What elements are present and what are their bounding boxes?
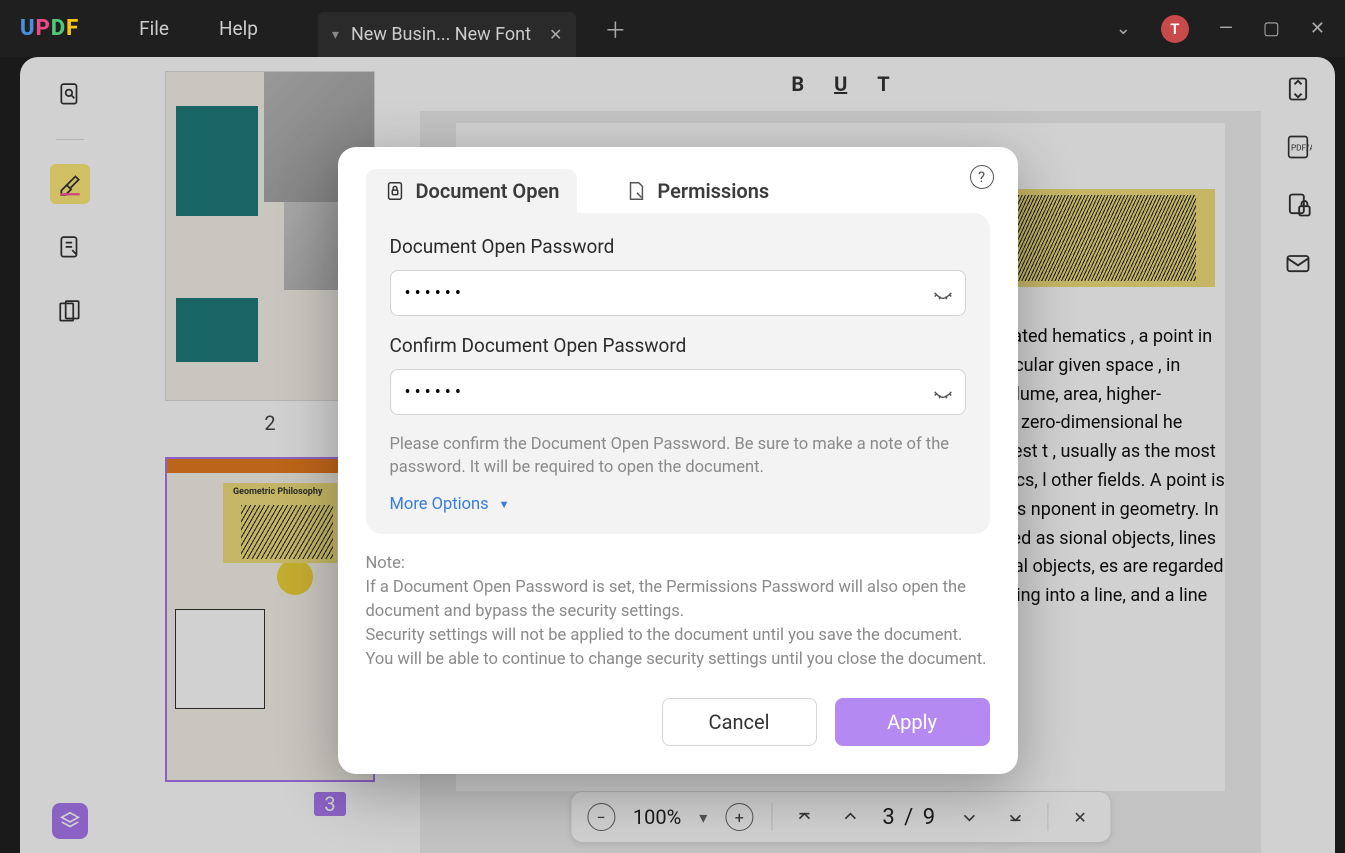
reveal-confirm-icon[interactable] [932,379,954,405]
titlebar: UPDF File Help ▾ New Busin... New Font ✕… [0,0,1345,57]
tab-document-open-label: Document Open [416,179,560,203]
menu-file[interactable]: File [139,17,169,40]
confirm-password-input[interactable] [390,369,966,415]
confirm-password-label: Confirm Document Open Password [390,334,966,357]
document-open-panel: Document Open Password Confirm Document … [366,213,990,534]
user-avatar[interactable]: T [1161,15,1189,43]
tab-title: New Busin... New Font [351,24,531,45]
password-dialog: ? Document Open Permissions Document Ope… [338,147,1018,774]
close-window-icon[interactable]: ✕ [1310,18,1325,39]
document-tab[interactable]: ▾ New Busin... New Font ✕ [318,12,577,57]
chevron-down-icon[interactable]: ▾ [332,27,339,43]
more-options-link[interactable]: More Options ▼ [390,495,966,514]
menubar: File Help [139,17,258,40]
minimize-icon[interactable]: — [1219,18,1233,39]
tab-permissions-label: Permissions [657,179,769,203]
app-logo: UPDF [20,16,79,41]
maximize-icon[interactable]: ▢ [1263,18,1280,39]
tab-document-open[interactable]: Document Open [366,169,578,213]
help-icon[interactable]: ? [970,165,994,189]
password-input[interactable] [390,270,966,316]
permissions-icon [625,180,647,202]
close-tab-icon[interactable]: ✕ [549,25,562,44]
password-label: Document Open Password [390,235,966,258]
chevron-down-icon: ▼ [499,498,510,511]
password-hint: Please confirm the Document Open Passwor… [390,433,966,479]
window-dropdown-icon[interactable]: ⌄ [1116,18,1131,39]
reveal-password-icon[interactable] [932,280,954,306]
dialog-note: Note: If a Document Open Password is set… [366,552,990,672]
document-lock-icon [384,180,406,202]
menu-help[interactable]: Help [219,17,258,40]
apply-button[interactable]: Apply [835,698,990,746]
add-tab-button[interactable]: ＋ [604,13,626,45]
more-options-label: More Options [390,495,489,514]
cancel-button[interactable]: Cancel [662,698,817,746]
modal-overlay: ? Document Open Permissions Document Ope… [20,57,1335,853]
tab-permissions[interactable]: Permissions [607,169,787,213]
workspace: 2 Geometric Philosophy 3 B U T topology … [20,57,1335,853]
